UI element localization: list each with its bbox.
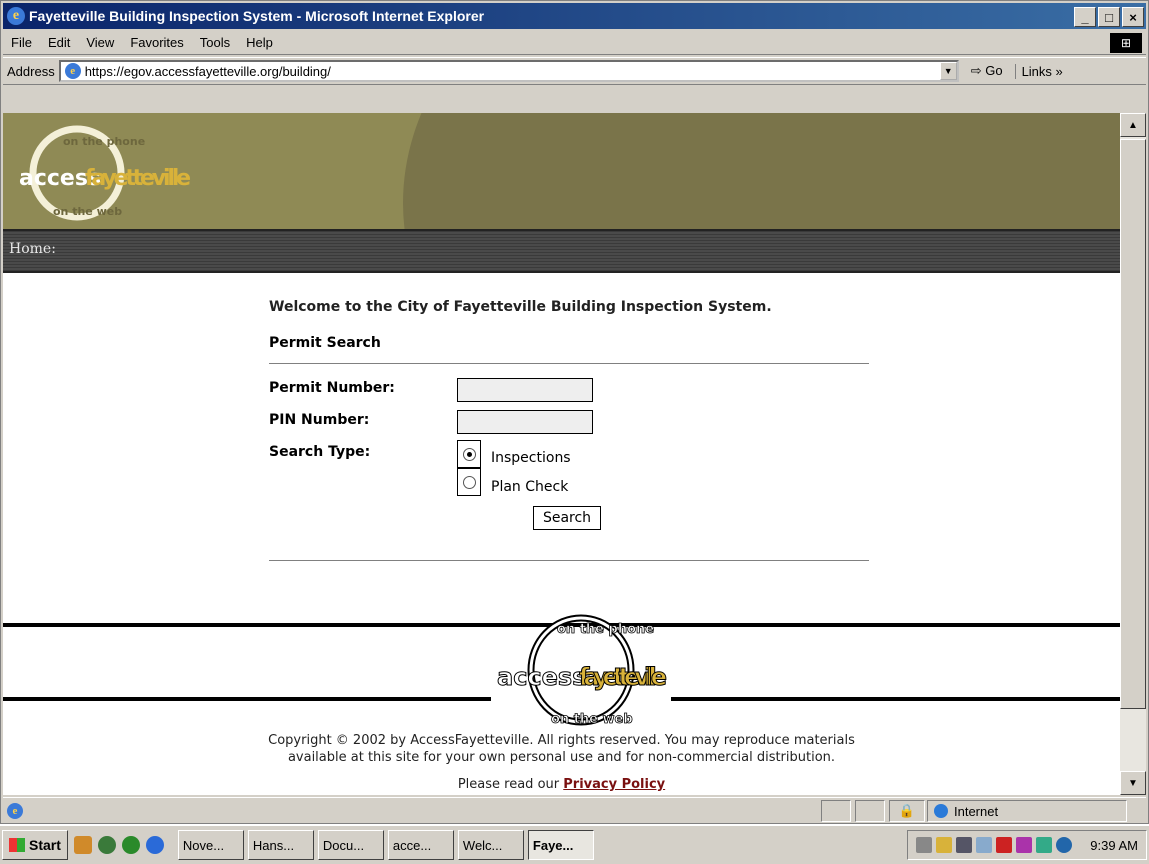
logo-arc-top: on the phone: [63, 135, 145, 148]
privacy-policy-link[interactable]: Privacy Policy: [563, 777, 665, 792]
page-viewport: on the phone access fayetteville on the …: [3, 113, 1120, 795]
start-label: Start: [29, 837, 61, 853]
system-tray: 9:39 AM: [907, 830, 1147, 860]
pin-number-label: PIN Number:: [269, 412, 370, 428]
permit-number-label: Permit Number:: [269, 380, 395, 396]
radio-unselected-icon: [462, 475, 476, 489]
lock-icon: 🔒: [889, 800, 925, 822]
footer-logo-fayetteville: fayetteville: [579, 663, 667, 691]
footer-logo-arc-top: on the phone: [557, 622, 654, 637]
quicklaunch-desktop-icon[interactable]: [73, 836, 92, 854]
address-label: Address: [7, 63, 55, 79]
menu-bar: File Edit View Favorites Tools Help ⊞: [3, 31, 1146, 55]
ie-icon: e: [7, 7, 25, 25]
section-title: Permit Search: [269, 335, 381, 351]
quicklaunch-network-icon[interactable]: [97, 836, 116, 854]
taskbar: Start Nove... Hans... Docu... acce... We…: [0, 824, 1149, 864]
go-button[interactable]: ⇨ Go: [959, 63, 1015, 79]
tray-sync-icon[interactable]: [1036, 837, 1053, 853]
radio-inspections[interactable]: [457, 440, 481, 468]
welcome-text: Welcome to the City of Fayetteville Buil…: [269, 299, 772, 315]
security-zone: Internet: [927, 800, 1127, 822]
globe-icon: [934, 804, 948, 818]
tray-globe-icon[interactable]: [1056, 837, 1073, 853]
tray-mail-icon[interactable]: [1016, 837, 1033, 853]
windows-flag-icon: [9, 838, 25, 852]
scroll-up-icon[interactable]: ▲: [1120, 113, 1146, 137]
tray-network-icon[interactable]: [956, 837, 973, 853]
search-button[interactable]: Search: [533, 506, 601, 530]
menu-tools[interactable]: Tools: [192, 35, 238, 50]
footer-logo-access: access: [497, 663, 587, 691]
search-type-label: Search Type:: [269, 444, 371, 460]
footer-logo[interactable]: on the phone access fayetteville on the …: [491, 611, 671, 729]
breadcrumb-home[interactable]: Home:: [9, 241, 56, 257]
go-label: Go: [985, 63, 1003, 78]
status-bar: e 🔒 Internet: [3, 797, 1146, 823]
vertical-scrollbar[interactable]: ▲ ▼: [1120, 113, 1146, 795]
radio-plan-check[interactable]: [457, 468, 481, 496]
start-button[interactable]: Start: [2, 830, 68, 860]
logo-arc-bottom: on the web: [53, 205, 122, 218]
breadcrumb-bar: Home:: [3, 229, 1120, 273]
status-cell: [821, 800, 851, 822]
permit-number-input[interactable]: [457, 378, 593, 402]
copyright-line-1: Copyright © 2002 by AccessFayetteville. …: [268, 733, 855, 748]
scroll-down-icon[interactable]: ▼: [1120, 771, 1146, 795]
inspections-label: Inspections: [491, 450, 571, 466]
window-controls: _ □ ×: [1074, 7, 1144, 27]
footer-logo-arc-bottom: on the web: [551, 712, 633, 727]
task-button[interactable]: Nove...: [177, 830, 244, 860]
windows-logo-icon: ⊞: [1110, 33, 1142, 53]
privacy-line: Please read our Privacy Policy: [3, 777, 1120, 792]
status-page-icon: e: [7, 802, 23, 819]
browser-window: e Fayetteville Building Inspection Syste…: [0, 0, 1149, 824]
site-logo[interactable]: on the phone access fayetteville on the …: [15, 125, 195, 221]
task-button-active[interactable]: Faye...: [527, 830, 594, 860]
zone-label: Internet: [954, 803, 999, 819]
task-button[interactable]: acce...: [387, 830, 454, 860]
banner-swoosh: [403, 113, 1120, 229]
menu-edit[interactable]: Edit: [40, 35, 78, 50]
task-button[interactable]: Docu...: [317, 830, 384, 860]
address-input[interactable]: e https://egov.accessfayetteville.org/bu…: [58, 60, 959, 82]
address-url: https://egov.accessfayetteville.org/buil…: [84, 63, 331, 79]
clock: 9:39 AM: [1090, 837, 1138, 853]
title-bar[interactable]: e Fayetteville Building Inspection Syste…: [3, 3, 1146, 29]
links-button[interactable]: Links »: [1014, 63, 1063, 79]
address-bar: Address e https://egov.accessfayettevill…: [3, 57, 1146, 85]
maximize-button[interactable]: □: [1098, 7, 1120, 27]
page-icon: e: [64, 63, 81, 79]
permit-search-panel: Welcome to the City of Fayetteville Buil…: [269, 299, 869, 561]
menu-favorites[interactable]: Favorites: [122, 35, 191, 50]
menu-help[interactable]: Help: [238, 35, 281, 50]
copyright-line-2: available at this site for your own pers…: [287, 750, 836, 765]
quicklaunch-media-icon[interactable]: [121, 836, 140, 854]
quicklaunch-ie-icon[interactable]: [145, 836, 164, 854]
pin-number-input[interactable]: [457, 410, 593, 434]
menu-file[interactable]: File: [3, 35, 40, 50]
logo-text-fayetteville: fayetteville: [85, 166, 191, 191]
radio-selected-icon: [462, 447, 476, 461]
volume-icon[interactable]: [916, 837, 933, 853]
plan-check-label: Plan Check: [491, 479, 569, 495]
status-cell: [855, 800, 885, 822]
minimize-button[interactable]: _: [1074, 7, 1096, 27]
task-button[interactable]: Hans...: [247, 830, 314, 860]
menu-view[interactable]: View: [78, 35, 122, 50]
scroll-thumb[interactable]: [1120, 139, 1146, 709]
window-title: Fayetteville Building Inspection System …: [29, 8, 485, 24]
site-banner: on the phone access fayetteville on the …: [3, 113, 1120, 229]
privacy-prefix: Please read our: [457, 777, 560, 792]
address-dropdown-icon[interactable]: ▼: [939, 62, 957, 80]
tray-n-icon[interactable]: [996, 837, 1013, 853]
tray-pen-icon[interactable]: [936, 837, 953, 853]
tray-mouse-icon[interactable]: [976, 837, 993, 853]
task-button[interactable]: Welc...: [457, 830, 524, 860]
close-button[interactable]: ×: [1122, 7, 1144, 27]
